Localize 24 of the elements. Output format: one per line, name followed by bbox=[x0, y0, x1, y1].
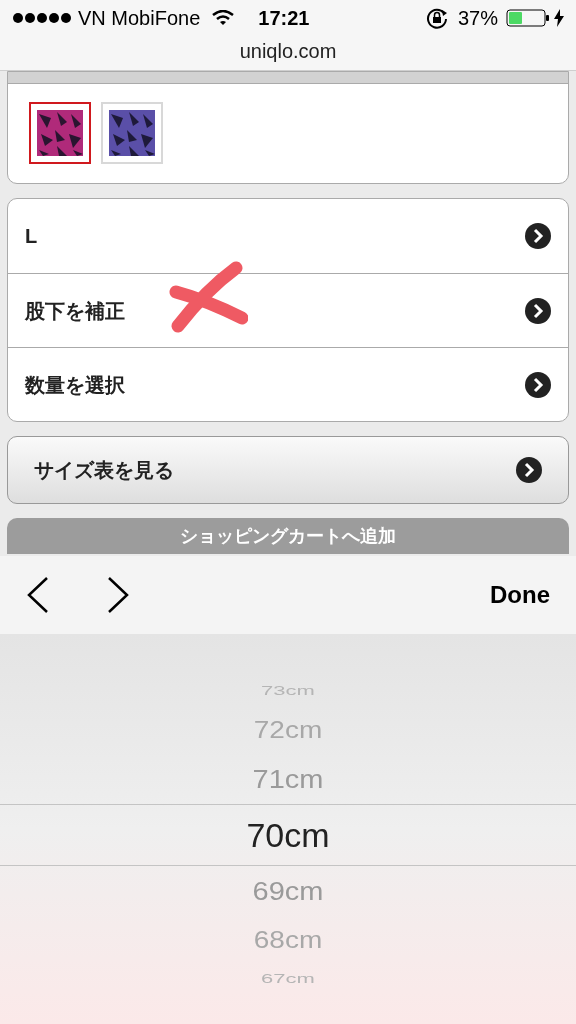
rotation-lock-icon bbox=[425, 7, 448, 29]
chevron-circle-icon bbox=[525, 297, 551, 324]
picker-option[interactable]: 70cm bbox=[246, 818, 330, 852]
option-row[interactable]: 股下を補正 bbox=[8, 273, 568, 347]
battery-icon bbox=[506, 9, 550, 27]
battery-percent: 37% bbox=[457, 6, 498, 31]
size-chart-button[interactable]: サイズ表を見る bbox=[7, 436, 569, 504]
color-swatch[interactable] bbox=[29, 102, 91, 164]
chevron-circle-icon bbox=[516, 457, 542, 483]
previous-field-button[interactable] bbox=[26, 576, 50, 614]
chevron-circle-icon bbox=[525, 223, 551, 249]
chevron-circle-icon bbox=[525, 371, 551, 398]
next-field-button[interactable] bbox=[106, 576, 130, 614]
option-row[interactable]: 数量を選択 bbox=[8, 347, 568, 421]
chevron-right-icon bbox=[106, 576, 130, 614]
clock-time: 17:21 bbox=[258, 6, 310, 31]
carrier-name: VN MobiFone bbox=[78, 6, 201, 31]
chevron-left-icon bbox=[26, 576, 50, 614]
done-button[interactable]: Done bbox=[490, 577, 550, 613]
signal-icon bbox=[12, 12, 72, 24]
wifi-icon bbox=[212, 10, 235, 26]
charging-icon bbox=[554, 9, 564, 27]
option-row[interactable]: L bbox=[8, 199, 568, 273]
page-address[interactable]: uniqlo.com bbox=[239, 36, 337, 66]
